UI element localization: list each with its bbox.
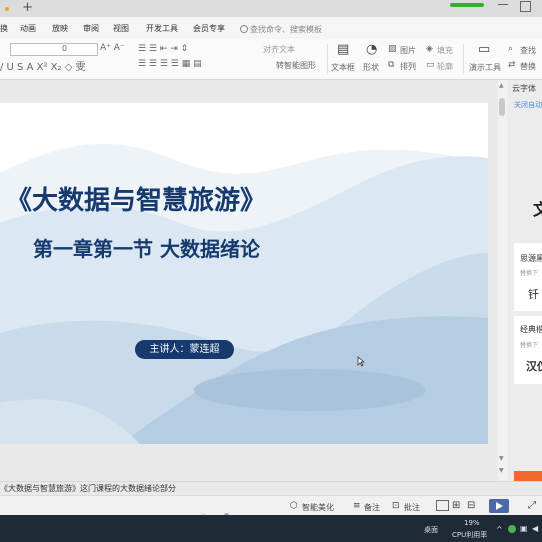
picture-button[interactable]: 图片 [400,45,416,56]
scrollbar-thumb[interactable] [499,98,505,116]
font-card-subtitle: 替换下 [520,270,539,277]
font-size-box[interactable] [10,43,98,56]
maximize-icon[interactable] [520,1,531,12]
present-tools-button[interactable]: 演示工具 [469,62,501,73]
present-tools-icon[interactable]: ▭ [478,42,490,57]
outline-button[interactable]: 轮廓 [437,61,453,72]
replace-button[interactable]: 替换 [520,61,536,72]
picture-icon[interactable]: ▨ [388,44,397,54]
comment-button[interactable]: 批注 [404,502,420,513]
menu-item-view[interactable]: 视图 [113,23,129,34]
shape-icon[interactable]: ◔ [366,42,377,57]
menu-item-dev-tools[interactable]: 开发工具 [146,23,178,34]
fill-button[interactable]: 填充 [437,45,453,56]
document-tab-icon[interactable] [5,7,9,11]
fit-window-icon[interactable]: ⤢ [528,500,536,511]
font-card-title: 思源黑 [520,254,542,263]
mouse-cursor-icon [357,356,365,367]
vertical-scrollbar[interactable] [498,80,506,481]
scroll-up-icon[interactable]: ▲ [499,82,504,89]
search-icon[interactable] [240,25,248,33]
outline-icon[interactable]: ▭ [426,60,435,70]
notes-icon[interactable]: ≡ [353,501,361,511]
menu-item-review[interactable]: 审阅 [83,23,99,34]
ribbon-divider [463,44,464,74]
slide[interactable]: 《大数据与智慧旅游》 第一章第一节 大数据绪论 主讲人：蒙连超 [0,103,488,444]
menu-item-member[interactable]: 会员专享 [193,23,225,34]
menu-item-animation[interactable]: 动画 [20,23,36,34]
apply-font-button[interactable] [514,471,542,481]
cpu-usage-label: CPU利用率 [452,531,488,539]
align-icons[interactable]: ☰ ☰ ☰ ☰ ▦ ▤ [138,59,202,69]
font-size-value: 0 [62,44,68,53]
chevron-up-icon[interactable]: ^ [496,525,503,534]
convert-smartart-button[interactable]: 转智能图形 [276,60,316,71]
cloud-font-label: 云字体 [512,84,536,93]
align-text-button[interactable]: 对齐文本 [263,44,295,55]
slide-title[interactable]: 《大数据与智慧旅游》 [6,180,266,217]
slide-subtitle[interactable]: 第一章第一节 大数据绪论 [33,233,260,262]
font-card-preview: 钎 [528,288,539,301]
network-icon[interactable]: ▣ [520,524,528,533]
textbox-icon[interactable]: ▤ [337,42,349,57]
smart-beautify-button[interactable]: 智能美化 [302,502,334,513]
replace-icon[interactable]: ⇄ [508,60,516,70]
cpu-percent: 19% [464,519,480,527]
desktop-label[interactable]: 桌面 [424,525,438,535]
normal-view-icon[interactable] [436,500,449,511]
font-grow-icon[interactable]: A⁺ A⁻ [100,43,125,53]
arrange-icon[interactable]: ⧉ [388,60,394,70]
scroll-down-icon[interactable]: ▼ [499,467,504,474]
find-icon[interactable]: ⌕ [508,44,513,54]
play-icon [496,502,503,510]
window-status-indicator [450,3,484,7]
ribbon-divider [327,44,328,74]
font-card-subtitle: 替换下 [520,342,539,349]
font-card-title: 经典楷 [520,325,542,334]
find-button[interactable]: 查找 [520,45,536,56]
notes-button[interactable]: 备注 [364,502,380,513]
menu-item-switch[interactable]: 换 [0,23,8,34]
menu-item-slideshow[interactable]: 放映 [52,23,68,34]
font-style-icons[interactable]: / U S A X² X₂ ◇ 雯 [0,58,86,73]
status-bar [0,495,542,516]
beautify-icon[interactable]: ⬡ [290,501,298,511]
close-auto-link[interactable]: 关闭自动 [514,100,542,110]
panel-heading-char: 文 [533,200,542,219]
notes-text[interactable]: 《大数据与智慧旅游》这门课程的大数据绪论部分 [0,483,176,494]
slide-background-waves [0,143,488,444]
command-search-input[interactable]: 查找命令、搜索模板 [250,24,322,35]
minimize-icon[interactable] [498,4,508,5]
slide-sorter-icon[interactable]: ⊞ [452,500,460,511]
presenter-badge[interactable]: 主讲人：蒙连超 [135,340,234,359]
wechat-icon[interactable] [508,525,516,533]
volume-icon[interactable]: ◀ [532,524,538,533]
textbox-button[interactable]: 文本框 [331,62,355,73]
font-card-preview: 汉仪 [526,360,542,373]
fill-icon[interactable]: ◈ [426,44,433,54]
shape-button[interactable]: 形状 [363,62,379,73]
reading-view-icon[interactable]: ⊟ [467,500,475,511]
arrange-button[interactable]: 排列 [400,61,416,72]
comment-icon[interactable]: ⊡ [392,501,400,511]
scroll-down-icon[interactable]: ▼ [499,455,504,462]
list-icons[interactable]: ☰ ☰ ⇤ ⇥ ⇕ [138,44,188,54]
new-tab-plus-icon[interactable]: + [22,1,33,15]
